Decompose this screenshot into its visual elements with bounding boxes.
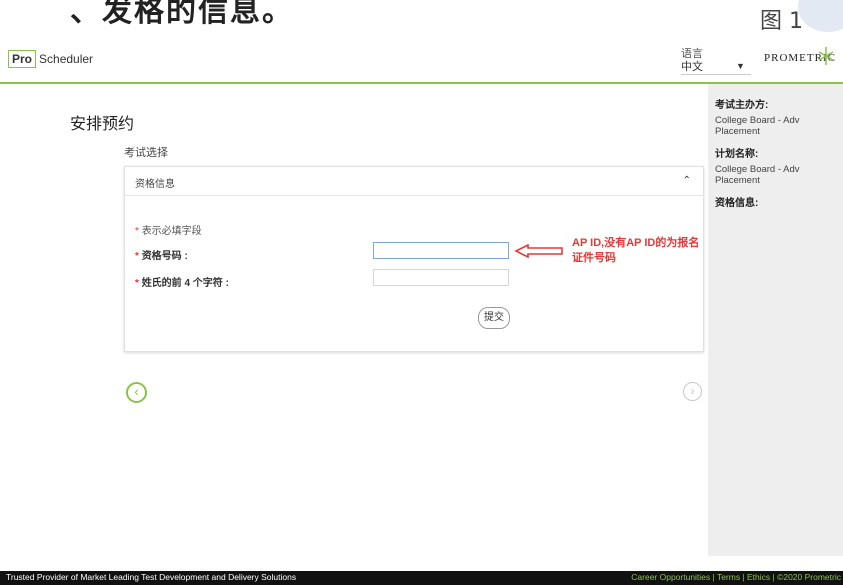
exam-info-sidebar: 考试主办方: College Board - Adv Placement 计划名… — [708, 84, 843, 556]
program-value: College Board - Adv Placement — [715, 164, 800, 186]
panel-header[interactable]: 资格信息 ⌃ — [125, 167, 703, 196]
previous-button[interactable]: ‹ — [126, 382, 147, 403]
prometric-star-icon — [818, 47, 834, 65]
caption-text: 、发格的信息。 — [70, 0, 294, 28]
annotation-text: AP ID,没有AP ID的为报名证件号码 — [572, 237, 700, 264]
page-footer: Trusted Provider of Market Leading Test … — [0, 571, 843, 585]
footer-tagline: Trusted Provider of Market Leading Test … — [6, 572, 297, 582]
required-note: * 表示必填字段 — [135, 222, 202, 237]
proscheduler-logo[interactable]: Pro Scheduler — [8, 50, 93, 68]
figure-label: 图 1 — [760, 9, 803, 34]
eligibility-id-label: * 资格号码 : — [135, 247, 188, 262]
required-star: * — [135, 278, 139, 289]
required-note-text: 表示必填字段 — [141, 226, 202, 237]
program-label: 计划名称: — [715, 149, 759, 160]
app-header: Pro Scheduler 语言 中文 ▼ PROMETRIC — [0, 36, 843, 84]
panel-title: 资格信息 — [135, 179, 175, 190]
page-title: 安排预约 — [70, 116, 135, 133]
last-name-label: * 姓氏的前 4 个字符 : — [135, 274, 229, 289]
document-caption: 、发格的信息。 图 1 — [0, 0, 843, 36]
sponsor-value: College Board - Adv Placement — [715, 115, 800, 137]
submit-button[interactable]: 提交 — [478, 307, 510, 329]
last-name-input[interactable] — [373, 269, 509, 286]
sponsor-label: 考试主办方: — [715, 100, 769, 111]
last-name-label-text: 姓氏的前 4 个字符 : — [141, 278, 229, 289]
exam-selection-label: 考试选择 — [124, 147, 168, 159]
logo-scheduler: Scheduler — [39, 52, 94, 66]
chevron-down-icon[interactable]: ▼ — [736, 61, 745, 71]
required-star: * — [135, 226, 139, 237]
left-arrow-icon — [514, 244, 563, 258]
decorative-shape — [798, 0, 843, 32]
required-star: * — [135, 251, 139, 262]
chevron-up-icon[interactable]: ⌃ — [683, 175, 691, 186]
footer-links[interactable]: Career Opportunities | Terms | Ethics | … — [631, 572, 841, 582]
eligibility-id-input[interactable] — [373, 242, 509, 259]
eligibility-label: 资格信息: — [715, 198, 759, 209]
eligibility-id-label-text: 资格号码 : — [141, 251, 188, 262]
logo-pro: Pro — [8, 50, 37, 68]
next-button[interactable]: › — [683, 382, 702, 401]
